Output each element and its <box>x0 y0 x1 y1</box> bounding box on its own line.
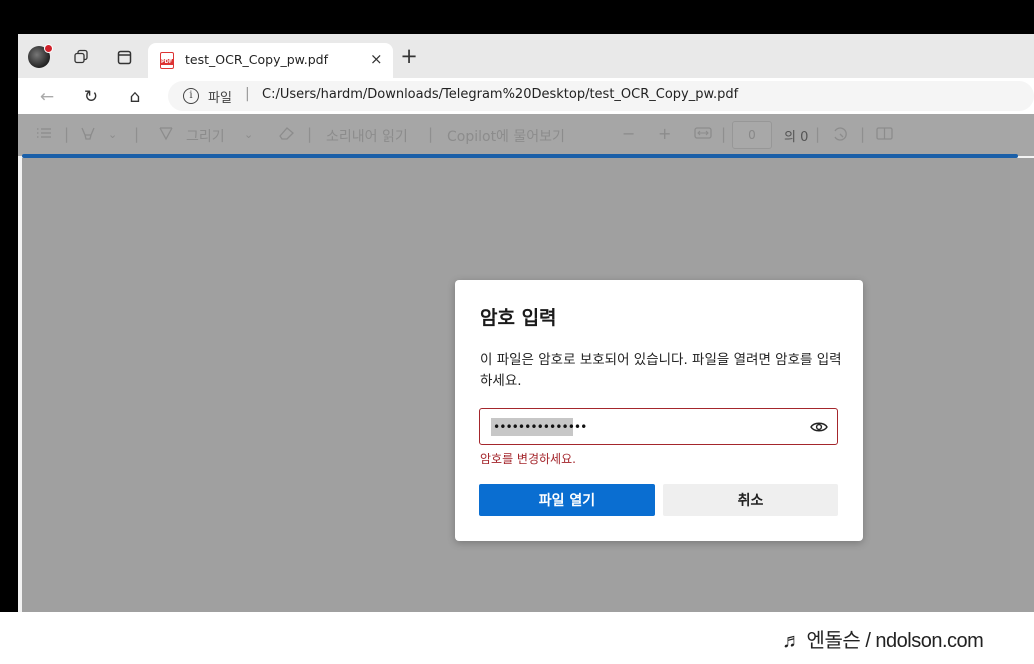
workspaces-icon[interactable] <box>68 44 94 70</box>
tab-actions-icon[interactable] <box>111 44 137 70</box>
address-bar[interactable]: i 파일 | C:/Users/hardm/Downloads/Telegram… <box>168 81 1034 111</box>
cancel-button[interactable]: 취소 <box>663 484 838 516</box>
tab-strip: test_OCR_Copy_pw.pdf × + <box>18 34 1034 78</box>
page-view-icon[interactable] <box>876 126 893 145</box>
eraser-icon[interactable] <box>277 126 295 145</box>
toolbar-divider: | <box>134 125 140 143</box>
toolbar-divider: | <box>428 125 434 143</box>
pdf-toolbar: | ⌄ | 그리기 ⌄ | 소리내어 읽기 | Copilot에 물어보기 − … <box>18 114 1034 156</box>
toolbar-divider: | <box>721 125 727 143</box>
fit-width-icon[interactable] <box>694 126 712 144</box>
highlight-icon[interactable] <box>80 126 96 145</box>
watermark-text: ♬ 엔돌슨 / ndolson.com <box>782 630 984 652</box>
open-file-button[interactable]: 파일 열기 <box>479 484 655 516</box>
new-tab-button[interactable]: + <box>398 44 420 68</box>
password-dialog: 암호 입력 이 파일은 암호로 보호되어 있습니다. 파일을 열려면 암호를 입… <box>455 280 863 541</box>
rotate-icon[interactable] <box>831 126 849 146</box>
watermark: ♬ 엔돌슨 / ndolson.com <box>730 614 1030 662</box>
dialog-title: 암호 입력 <box>480 307 557 329</box>
url-text[interactable]: C:/Users/hardm/Downloads/Telegram%20Desk… <box>262 87 738 102</box>
profile-notification-dot <box>44 44 53 53</box>
toolbar-divider: | <box>815 125 821 143</box>
zoom-in-icon[interactable]: + <box>658 124 671 143</box>
url-scheme-label: 파일 <box>208 91 232 106</box>
contents-icon[interactable] <box>36 126 52 144</box>
toolbar-divider: | <box>64 125 70 143</box>
read-aloud-label[interactable]: 소리내어 읽기 <box>326 126 408 146</box>
toolbar-divider: | <box>860 125 866 143</box>
highlight-chevron-down-icon[interactable]: ⌄ <box>108 128 117 141</box>
info-icon[interactable]: i <box>183 88 199 104</box>
back-icon[interactable]: ← <box>34 84 60 110</box>
page-total-label: 의 0 <box>784 130 809 145</box>
tab-active-pdf[interactable]: test_OCR_Copy_pw.pdf × <box>148 43 393 78</box>
home-icon[interactable]: ⌂ <box>122 84 148 110</box>
dialog-message: 이 파일은 암호로 보호되어 있습니다. 파일을 열려면 암호를 입력하세요. <box>480 352 842 389</box>
zoom-out-icon[interactable]: − <box>622 124 635 143</box>
address-bar-row: ← ↻ ⌂ i 파일 | C:/Users/hardm/Downloads/Te… <box>18 78 1034 114</box>
draw-chevron-down-icon[interactable]: ⌄ <box>244 128 253 141</box>
copilot-label[interactable]: Copilot에 물어보기 <box>447 126 565 146</box>
tab-title: test_OCR_Copy_pw.pdf <box>185 52 328 67</box>
password-value[interactable]: ••••••••••••••• <box>491 418 587 436</box>
url-separator: | <box>245 86 250 102</box>
screenshot-stage: test_OCR_Copy_pw.pdf × + ← ↻ ⌂ i 파일 | C:… <box>0 0 1034 664</box>
pdf-file-icon <box>160 52 174 69</box>
refresh-icon[interactable]: ↻ <box>78 84 104 110</box>
password-field[interactable]: ••••••••••••••• <box>479 408 838 445</box>
draw-icon[interactable] <box>158 126 174 145</box>
page-number-input[interactable]: 0 <box>732 121 772 149</box>
password-error-text: 암호를 변경하세요. <box>480 452 576 466</box>
close-tab-icon[interactable]: × <box>370 50 383 68</box>
show-password-icon[interactable] <box>810 420 828 434</box>
toolbar-divider: | <box>307 125 313 143</box>
draw-label[interactable]: 그리기 <box>186 126 225 146</box>
